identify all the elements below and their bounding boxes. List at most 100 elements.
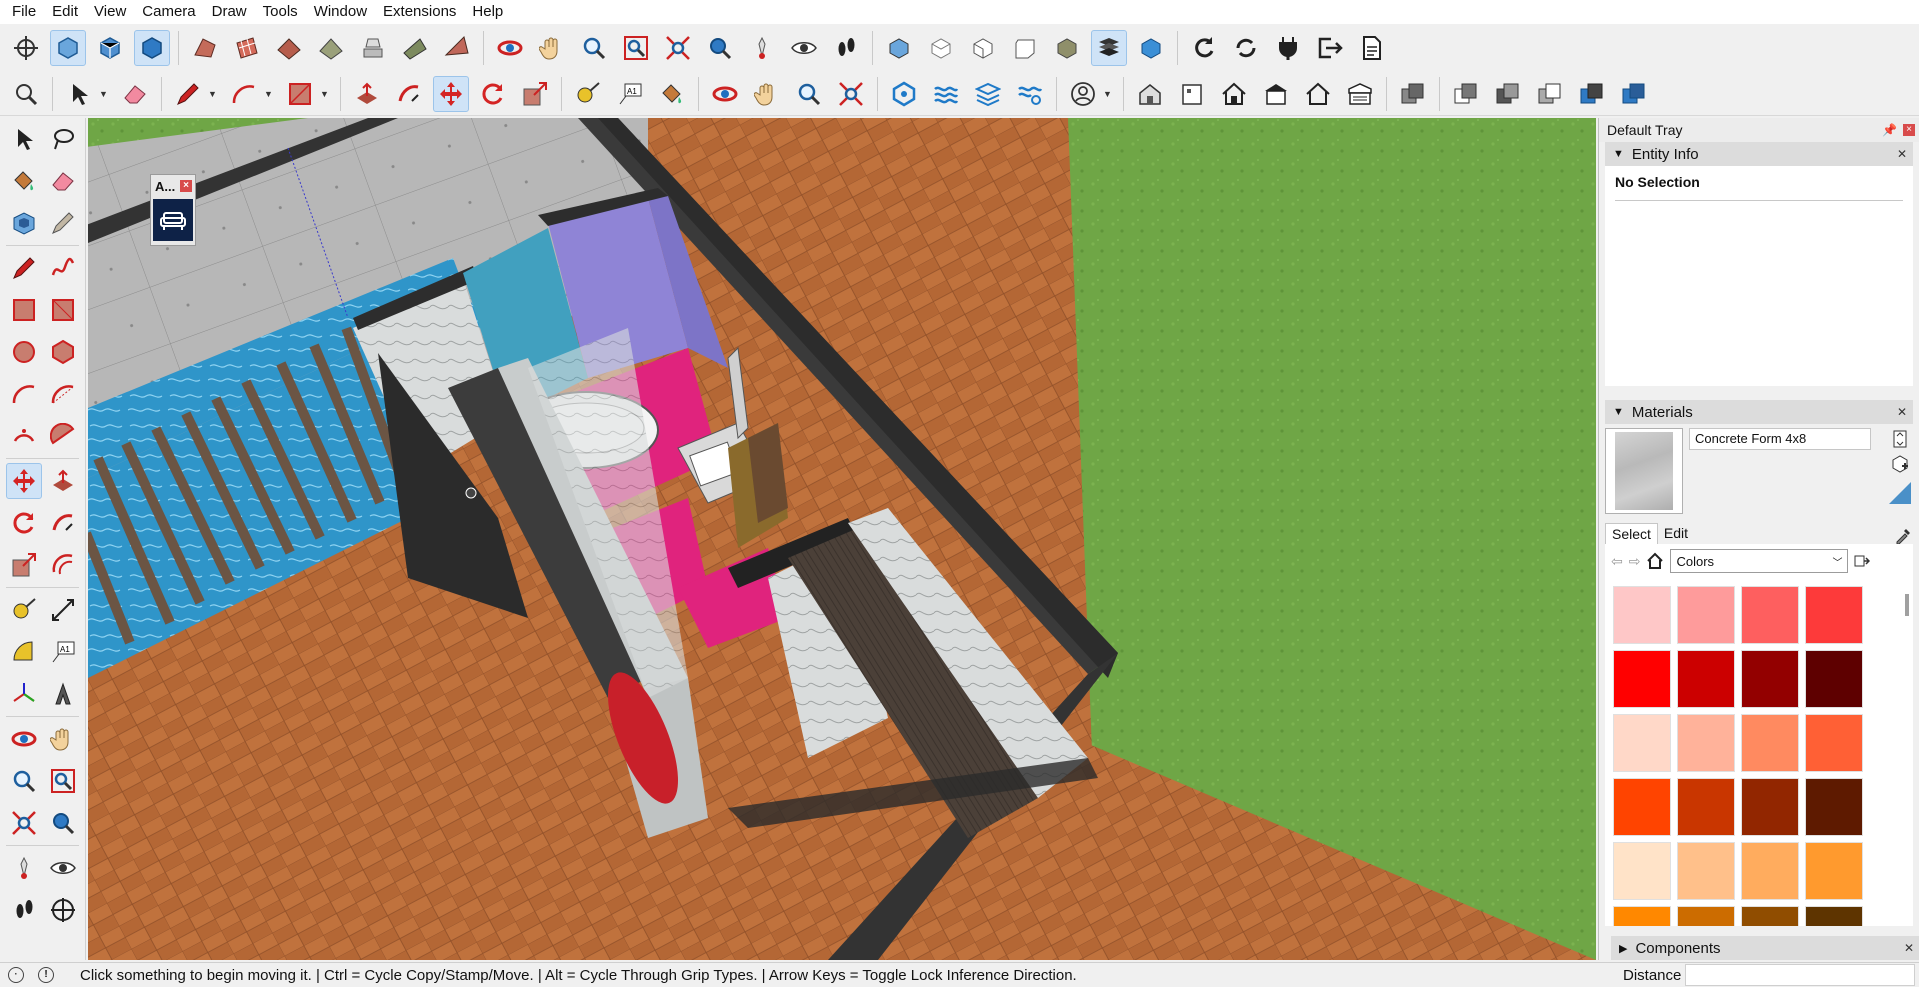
color-swatch[interactable] xyxy=(1613,650,1671,708)
arc-dropdown[interactable]: ▼ xyxy=(264,76,274,112)
pan-button-2[interactable] xyxy=(749,76,785,112)
create-material-icon[interactable] xyxy=(1890,454,1910,474)
tray-close-button[interactable]: × xyxy=(1903,124,1915,136)
extension-4-button[interactable] xyxy=(1012,76,1048,112)
previous-view-button[interactable] xyxy=(702,30,738,66)
line-dropdown[interactable]: ▼ xyxy=(208,76,218,112)
color-swatch[interactable] xyxy=(1677,586,1735,644)
stamp-button[interactable] xyxy=(355,30,391,66)
house-roof-button[interactable] xyxy=(1258,76,1294,112)
look-around-button[interactable] xyxy=(786,30,822,66)
export-button[interactable] xyxy=(1312,30,1348,66)
current-material-swatch[interactable] xyxy=(1605,428,1683,514)
color-swatch[interactable] xyxy=(1741,650,1799,708)
menu-help[interactable]: Help xyxy=(464,0,511,24)
scene-3d-model[interactable] xyxy=(88,118,1596,960)
palette-2pt-arc-button[interactable] xyxy=(46,376,82,412)
zoom-button-2[interactable] xyxy=(791,76,827,112)
color-swatch[interactable] xyxy=(1677,714,1735,772)
shaded-textures-button[interactable] xyxy=(1091,30,1127,66)
default-material-icon[interactable] xyxy=(1887,480,1913,506)
palette-move-button[interactable] xyxy=(6,463,42,499)
color-swatch[interactable] xyxy=(1741,586,1799,644)
select-dropdown[interactable]: ▼ xyxy=(99,76,109,112)
color-swatch[interactable] xyxy=(1613,714,1671,772)
palette-rotate-button[interactable] xyxy=(6,505,42,541)
palette-follow-me-button[interactable] xyxy=(46,505,82,541)
house-garage-button[interactable] xyxy=(1342,76,1378,112)
model-viewport[interactable]: A... × xyxy=(88,118,1596,960)
back-edges-button[interactable] xyxy=(92,30,128,66)
zoom-button[interactable] xyxy=(576,30,612,66)
floating-toolbar-close-button[interactable]: × xyxy=(180,180,192,192)
back-arrow-icon[interactable]: ⇦ xyxy=(1611,553,1623,570)
color-swatch[interactable] xyxy=(1677,778,1735,836)
refresh-button[interactable] xyxy=(1186,30,1222,66)
grid-button[interactable] xyxy=(229,30,265,66)
solid-subtract-button[interactable] xyxy=(1490,76,1526,112)
display-secondary-icon[interactable] xyxy=(1893,430,1907,448)
color-swatch[interactable] xyxy=(1741,714,1799,772)
palette-previous-button[interactable] xyxy=(46,805,82,841)
palette-arc-button[interactable] xyxy=(6,376,42,412)
palette-dimension-button[interactable] xyxy=(46,592,82,628)
solid-union-button[interactable] xyxy=(1395,76,1431,112)
menu-tools[interactable]: Tools xyxy=(255,0,306,24)
house-simple-button[interactable] xyxy=(1300,76,1336,112)
solid-outer-shell-button[interactable] xyxy=(1616,76,1652,112)
position-camera-button[interactable] xyxy=(744,30,780,66)
palette-paint-button[interactable] xyxy=(6,163,42,199)
solid-trim-button[interactable] xyxy=(1532,76,1568,112)
plugin-button[interactable] xyxy=(1270,30,1306,66)
account-dropdown[interactable]: ▼ xyxy=(1103,76,1113,112)
color-swatch[interactable] xyxy=(1805,714,1863,772)
house-front-button[interactable] xyxy=(1174,76,1210,112)
rectangle-button[interactable] xyxy=(282,76,318,112)
right-view-button[interactable] xyxy=(1007,30,1043,66)
palette-eraser-button[interactable] xyxy=(46,163,82,199)
eraser-button[interactable] xyxy=(117,76,153,112)
monochrome-button[interactable] xyxy=(1133,30,1169,66)
palette-axes-button[interactable] xyxy=(6,676,42,712)
rotate-button[interactable] xyxy=(475,76,511,112)
menu-file[interactable]: File xyxy=(4,0,44,24)
wireframe-button[interactable] xyxy=(134,30,170,66)
zoom-extents-button[interactable] xyxy=(660,30,696,66)
solid-intersect-button[interactable] xyxy=(1448,76,1484,112)
front-view-button[interactable] xyxy=(965,30,1001,66)
report-button[interactable] xyxy=(1354,30,1390,66)
color-swatch[interactable] xyxy=(1805,906,1863,926)
library-select[interactable]: Colors ﹀ xyxy=(1670,549,1849,573)
text-button[interactable]: A1 xyxy=(612,76,648,112)
armchair-component-button[interactable] xyxy=(153,199,193,241)
terrain-button[interactable] xyxy=(271,30,307,66)
palette-freehand-button[interactable] xyxy=(46,250,82,286)
zoom-extents-button-2[interactable] xyxy=(833,76,869,112)
account-button[interactable] xyxy=(1065,76,1101,112)
xray-button[interactable] xyxy=(50,30,86,66)
push-pull-button[interactable] xyxy=(349,76,385,112)
orbit-target-button[interactable] xyxy=(8,30,44,66)
palette-tape-button[interactable] xyxy=(6,592,42,628)
menu-window[interactable]: Window xyxy=(306,0,375,24)
rectangle-dropdown[interactable]: ▼ xyxy=(320,76,330,112)
palette-line-button[interactable] xyxy=(6,250,42,286)
material-name-field[interactable]: Concrete Form 4x8 xyxy=(1689,428,1871,450)
eyedropper-icon[interactable] xyxy=(1895,526,1913,544)
palette-3pt-arc-button[interactable] xyxy=(6,418,42,454)
color-swatch[interactable] xyxy=(1613,778,1671,836)
palette-push-pull-button[interactable] xyxy=(46,463,81,499)
measurements-input[interactable] xyxy=(1685,964,1915,986)
line-button[interactable] xyxy=(170,76,206,112)
entity-info-header[interactable]: ▼ Entity Info ✕ xyxy=(1605,142,1913,166)
orbit-button[interactable] xyxy=(492,30,528,66)
palette-component-button[interactable] xyxy=(6,205,42,241)
menu-extensions[interactable]: Extensions xyxy=(375,0,464,24)
move-button[interactable] xyxy=(433,75,469,112)
menu-view[interactable]: View xyxy=(86,0,134,24)
follow-me-button[interactable] xyxy=(391,76,427,112)
palette-pie-button[interactable] xyxy=(46,418,82,454)
palette-walk-button[interactable] xyxy=(6,892,42,928)
swatch-scrollbar[interactable] xyxy=(1905,594,1909,616)
flip-edge-button[interactable] xyxy=(439,30,475,66)
